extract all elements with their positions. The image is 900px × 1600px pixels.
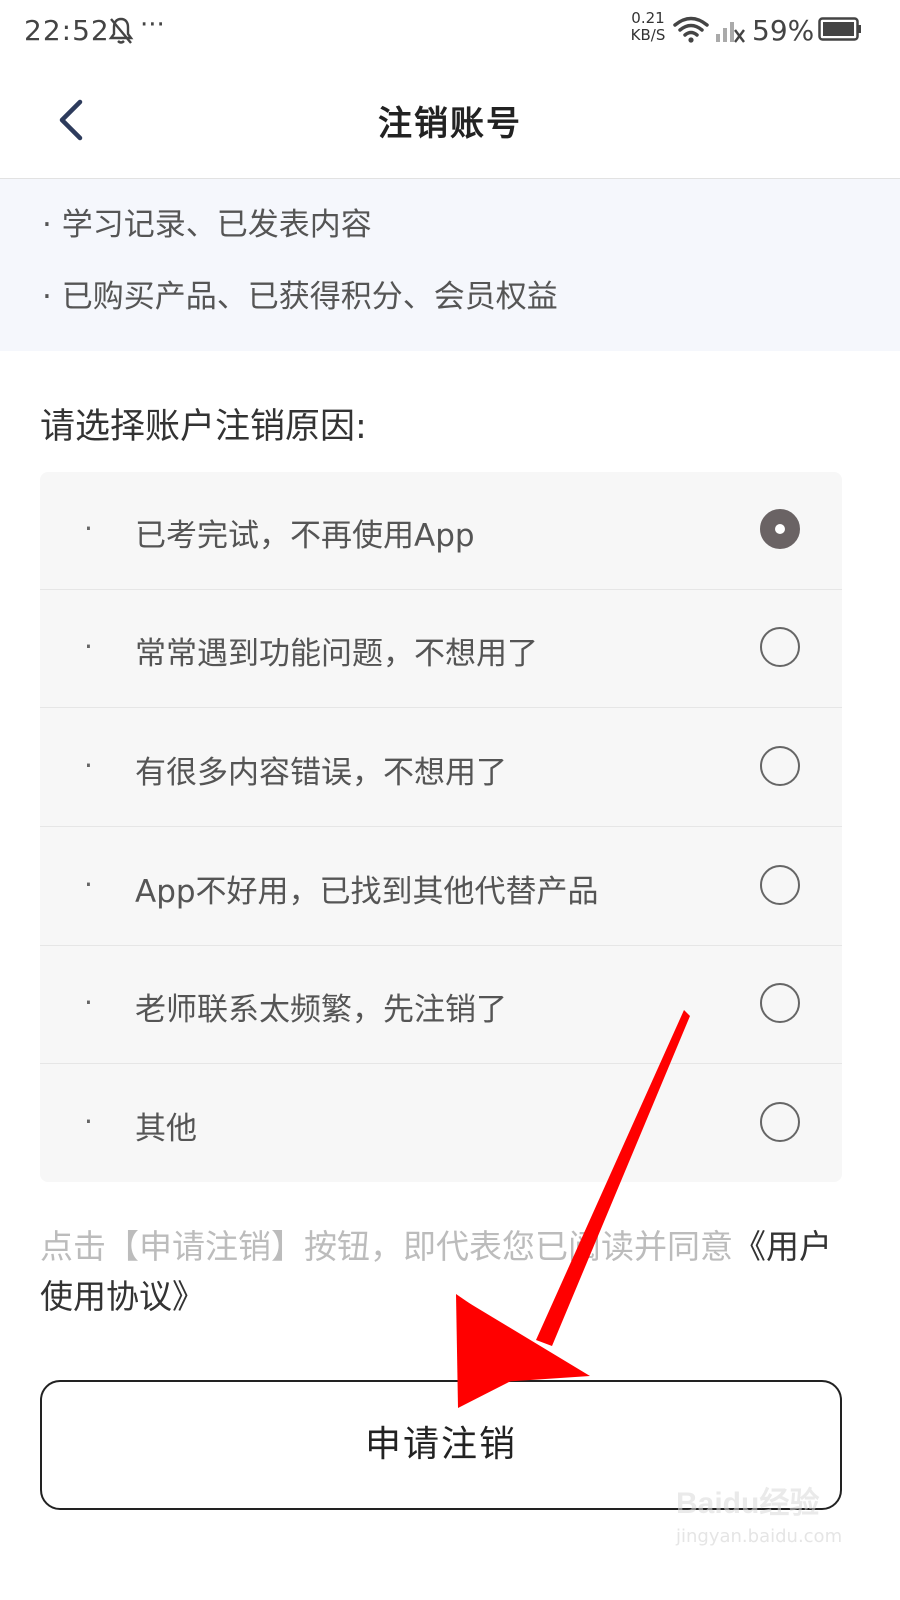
divider xyxy=(40,826,842,827)
reason-option-1[interactable]: · 已考完试，不再使用App xyxy=(40,472,842,590)
reason-label: 其他 xyxy=(135,1111,197,1147)
watermark-logo: Baidu经验 xyxy=(676,1487,820,1520)
reason-label: 常常遇到功能问题，不想用了 xyxy=(135,636,538,672)
bullet: · xyxy=(84,986,93,1019)
bullet: · xyxy=(84,512,93,545)
reason-label: App不好用，已找到其他代替产品 xyxy=(135,874,599,910)
radio-button[interactable] xyxy=(760,1102,800,1142)
status-more: ··· xyxy=(140,10,165,40)
bullet: · xyxy=(84,749,93,782)
info-item: · 已购买产品、已获得积分、会员权益 xyxy=(42,279,558,315)
battery-icon xyxy=(818,17,861,41)
radio-button[interactable] xyxy=(760,865,800,905)
battery-percent: 59% xyxy=(752,14,815,47)
agreement-prefix: 点击【申请注销】按钮，即代表您已阅读并同意 xyxy=(40,1227,733,1266)
radio-button[interactable] xyxy=(760,627,800,667)
bullet: · xyxy=(84,630,93,663)
wifi-icon xyxy=(673,16,709,43)
radio-button[interactable] xyxy=(760,983,800,1023)
reason-label: 有很多内容错误，不想用了 xyxy=(135,755,507,791)
status-time: 22:52 xyxy=(24,14,110,47)
reason-option-3[interactable]: · 有很多内容错误，不想用了 xyxy=(40,709,842,827)
watermark-url: jingyan.baidu.com xyxy=(676,1526,843,1547)
divider xyxy=(40,707,842,708)
reason-option-6[interactable]: · 其他 xyxy=(40,1065,842,1182)
reason-list: · 已考完试，不再使用App · 常常遇到功能问题，不想用了 · 有很多内容错误… xyxy=(40,472,842,1182)
net-speed-unit: KB/S xyxy=(630,26,666,44)
info-item: · 学习记录、已发表内容 xyxy=(42,207,372,243)
radio-button-selected[interactable] xyxy=(760,509,800,549)
status-bar: 22:52 ··· 0.21 KB/S 59% xyxy=(0,0,900,64)
nav-bar: 注销账号 xyxy=(0,64,900,179)
agreement-text: 点击【申请注销】按钮，即代表您已阅读并同意《用户使用协议》 xyxy=(40,1222,850,1322)
divider xyxy=(40,1063,842,1064)
reason-label: 老师联系太频繁，先注销了 xyxy=(135,992,507,1028)
reason-option-5[interactable]: · 老师联系太频繁，先注销了 xyxy=(40,946,842,1064)
page-title: 注销账号 xyxy=(378,104,522,144)
radio-button[interactable] xyxy=(760,746,800,786)
bell-off-icon xyxy=(108,17,134,44)
watermark: Baidu经验 jingyan.baidu.com xyxy=(676,1478,866,1558)
reason-heading: 请选择账户注销原因: xyxy=(40,407,367,447)
info-box: · 学习记录、已发表内容 · 已购买产品、已获得积分、会员权益 xyxy=(0,179,900,351)
signal-icon xyxy=(716,22,745,43)
reason-option-4[interactable]: · App不好用，已找到其他代替产品 xyxy=(40,828,842,946)
bullet: · xyxy=(84,1105,93,1138)
reason-label: 已考完试，不再使用App xyxy=(135,518,475,554)
bullet: · xyxy=(84,868,93,901)
net-speed: 0.21 KB/S xyxy=(626,10,670,44)
net-speed-value: 0.21 xyxy=(631,9,665,27)
reason-option-2[interactable]: · 常常遇到功能问题，不想用了 xyxy=(40,590,842,708)
